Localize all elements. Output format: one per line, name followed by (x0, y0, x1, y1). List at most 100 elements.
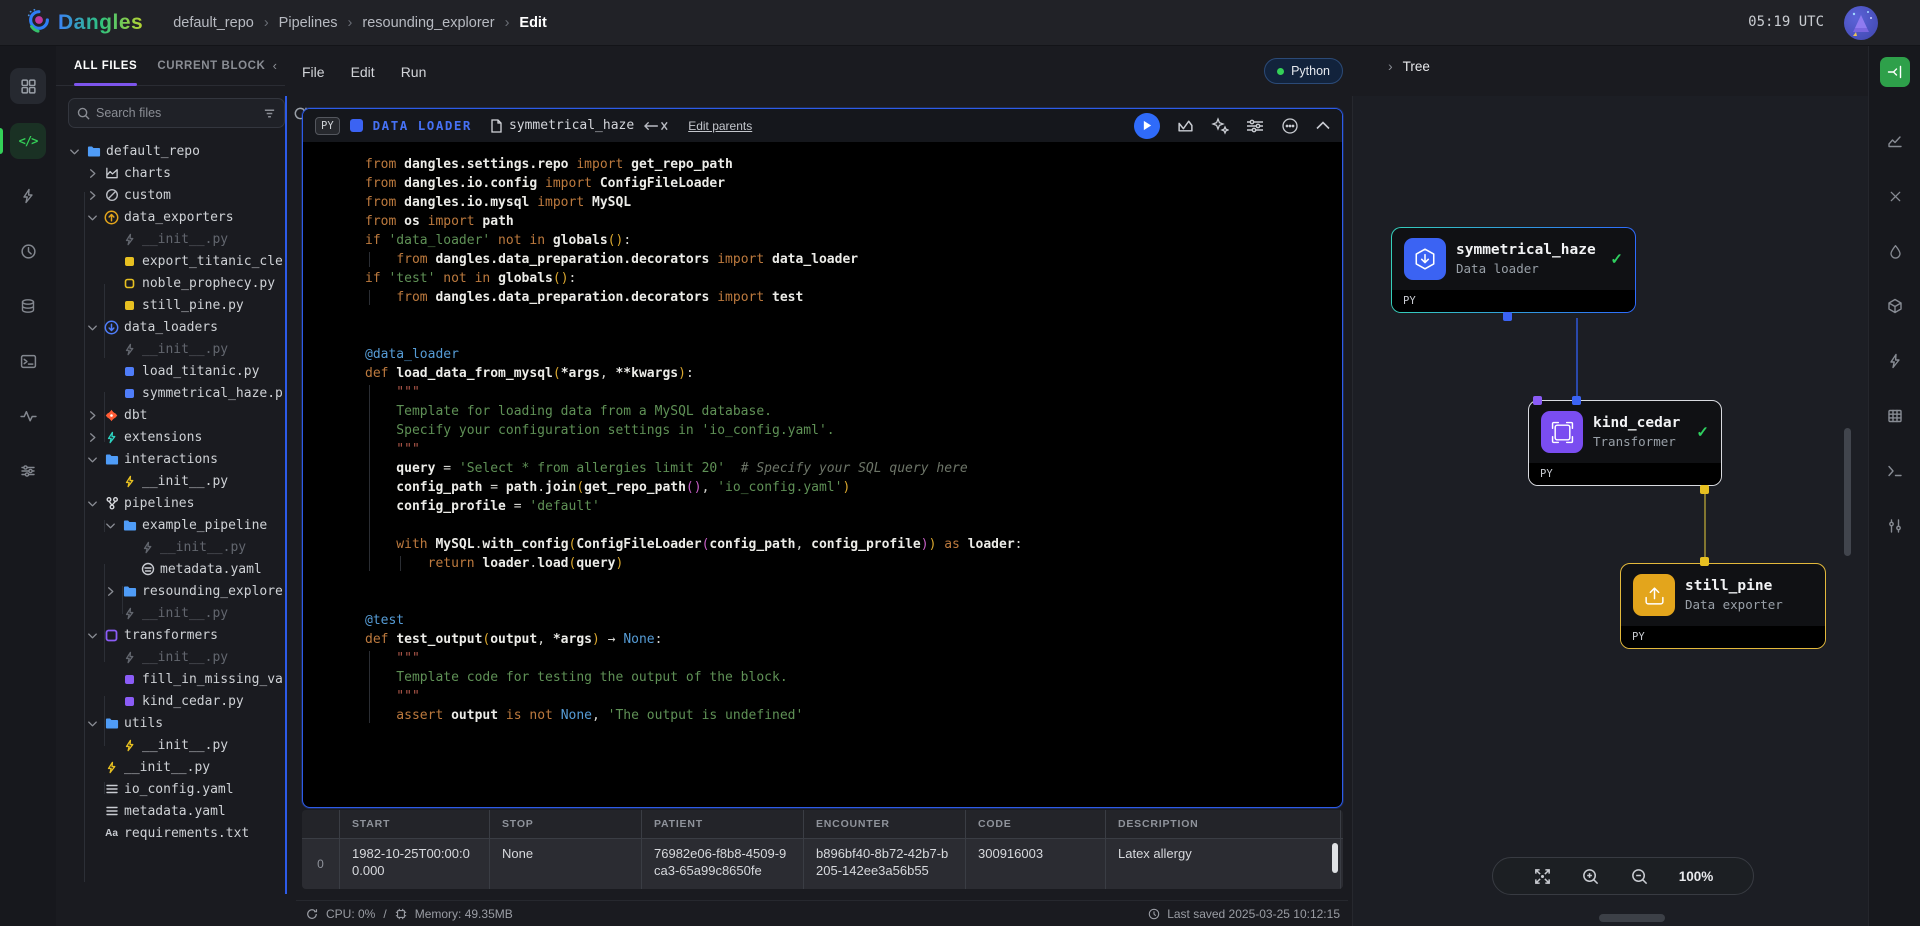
tree-horizontal-scrollbar[interactable] (1599, 914, 1665, 922)
dashboard-icon[interactable] (10, 68, 46, 104)
chevron-right-icon[interactable] (104, 585, 117, 598)
zoom-out-button[interactable] (1630, 867, 1649, 886)
lightning-icon[interactable] (10, 178, 46, 214)
file-tree-item-dbt[interactable]: dbt (56, 404, 285, 426)
app-logo[interactable]: Dangles (26, 7, 143, 38)
file-tree-item-fill-in-missing-va[interactable]: fill_in_missing_va (56, 668, 285, 690)
file-tree-item-data-loaders[interactable]: data_loaders (56, 316, 285, 338)
chevron-down-icon[interactable] (86, 629, 99, 642)
settings-sliders-button[interactable] (1246, 118, 1264, 134)
chevron-right-icon[interactable] (86, 167, 99, 180)
filter-icon[interactable] (263, 107, 276, 120)
terminal-icon[interactable] (10, 343, 46, 379)
detach-parents-icon[interactable] (644, 120, 668, 132)
output-port[interactable] (1503, 312, 1512, 321)
filter-v-icon[interactable] (1882, 513, 1908, 539)
file-tree-item-transformers[interactable]: transformers (56, 624, 285, 646)
close-icon[interactable] (1882, 183, 1908, 209)
sparkles-button[interactable] (1211, 117, 1229, 135)
chevron-down-icon[interactable] (68, 145, 81, 158)
more-options-button[interactable] (1281, 117, 1299, 135)
menu-file[interactable]: File (302, 64, 325, 80)
run-block-button[interactable] (1134, 113, 1160, 139)
chevron-right-icon[interactable] (86, 431, 99, 444)
menu-edit[interactable]: Edit (351, 64, 375, 80)
file-tree-item-metadata-yaml[interactable]: metadata.yaml (56, 800, 285, 822)
droplet-icon[interactable] (1882, 238, 1908, 264)
chevron-down-icon[interactable] (86, 211, 99, 224)
file-tree-item-extensions[interactable]: extensions (56, 426, 285, 448)
sliders-icon[interactable] (10, 453, 46, 489)
menu-run[interactable]: Run (401, 64, 427, 80)
file-tree-item-load-titanic-py[interactable]: load_titanic.py (56, 360, 285, 382)
file-tree-item-utils[interactable]: utils (56, 712, 285, 734)
breadcrumb-item[interactable]: default_repo (173, 15, 254, 31)
fit-view-button[interactable] (1533, 867, 1552, 886)
chevron-down-icon[interactable] (86, 497, 99, 510)
file-tree-item-symmetrical-haze-p[interactable]: symmetrical_haze.p (56, 382, 285, 404)
chevron-down-icon[interactable] (86, 453, 99, 466)
chevron-down-icon[interactable] (104, 519, 117, 532)
cube-icon[interactable] (1882, 293, 1908, 319)
collapse-panel-icon[interactable]: ‹ (273, 58, 277, 73)
file-tree-item-still-pine-py[interactable]: still_pine.py (56, 294, 285, 316)
file-tree-item-interactions[interactable]: interactions (56, 448, 285, 470)
file-tree-item-requirements-txt[interactable]: Aarequirements.txt (56, 822, 285, 844)
input-port[interactable] (1572, 396, 1581, 405)
file-tree-item-pipelines[interactable]: pipelines (56, 492, 285, 514)
panel-divider[interactable] (285, 96, 287, 894)
file-tree-item-export-titanic-cle[interactable]: export_titanic_cle (56, 250, 285, 272)
avatar[interactable] (1844, 6, 1878, 40)
input-port[interactable] (1700, 557, 1709, 566)
tab-all-files[interactable]: ALL FILES (74, 46, 137, 86)
kernel-badge[interactable]: Python (1264, 58, 1343, 84)
file-tree-item-example-pipeline[interactable]: example_pipeline (56, 514, 285, 536)
code-icon[interactable]: </> (10, 123, 46, 159)
chevron-right-icon[interactable] (86, 409, 99, 422)
file-tree-item-data-exporters[interactable]: data_exporters (56, 206, 285, 228)
block-type-label[interactable]: DATA LOADER (373, 118, 472, 133)
chevron-right-icon[interactable] (86, 189, 99, 202)
search-input[interactable] (96, 106, 257, 120)
file-tree-item--init-py[interactable]: __init__.py (56, 536, 285, 558)
file-tree-item-io-config-yaml[interactable]: io_config.yaml (56, 778, 285, 800)
chart-button[interactable] (1177, 117, 1194, 134)
dag-node-still_pine[interactable]: still_pine Data exporter PY (1620, 563, 1826, 649)
chevron-right-icon[interactable]: › (1388, 58, 1393, 74)
file-tree-item-metadata-yaml[interactable]: metadata.yaml (56, 558, 285, 580)
file-tree-item--init-py[interactable]: __init__.py (56, 338, 285, 360)
file-tree-item--init-py[interactable]: __init__.py (56, 602, 285, 624)
file-tree-item--init-py[interactable]: __init__.py (56, 228, 285, 250)
dag-node-symmetrical_haze[interactable]: symmetrical_haze Data loader ✓ PY (1391, 227, 1636, 313)
zoom-in-button[interactable] (1581, 867, 1600, 886)
file-tree-item-default-repo[interactable]: default_repo (56, 140, 285, 162)
file-tree-item-charts[interactable]: charts (56, 162, 285, 184)
file-tree-item-kind-cedar-py[interactable]: kind_cedar.py (56, 690, 285, 712)
breadcrumb-item[interactable]: Pipelines (279, 15, 338, 31)
pulse-icon[interactable] (10, 398, 46, 434)
chevron-down-icon[interactable] (86, 717, 99, 730)
panel-open-icon[interactable] (1880, 57, 1910, 87)
file-tree-item--init-py[interactable]: __init__.py (56, 646, 285, 668)
file-tree-item-noble-prophecy-py[interactable]: noble_prophecy.py (56, 272, 285, 294)
file-tree-item-custom[interactable]: custom (56, 184, 285, 206)
chart-line-icon[interactable] (1882, 128, 1908, 154)
chevron-down-icon[interactable] (86, 321, 99, 334)
stack-icon[interactable] (10, 288, 46, 324)
lightning-icon[interactable] (1882, 348, 1908, 374)
terminal2-icon[interactable] (1882, 458, 1908, 484)
code-editor[interactable]: from dangles.settings.repo import get_re… (303, 143, 1342, 693)
file-tree-item--init-py[interactable]: __init__.py (56, 756, 285, 778)
table-scrollbar[interactable] (1332, 843, 1338, 873)
file-tree-item-resounding-explore[interactable]: resounding_explore (56, 580, 285, 602)
tab-current-block[interactable]: CURRENT BLOCK (157, 46, 265, 86)
output-port[interactable] (1700, 485, 1709, 494)
breadcrumb-item[interactable]: resounding_explorer (362, 15, 494, 31)
clock-icon[interactable] (10, 233, 46, 269)
edit-parents-link[interactable]: Edit parents (688, 119, 752, 133)
file-tree-item--init-py[interactable]: __init__.py (56, 734, 285, 756)
dag-node-kind_cedar[interactable]: kind_cedar Transformer ✓ PY (1528, 400, 1722, 486)
tree-vertical-scrollbar[interactable] (1844, 428, 1851, 556)
file-tree-item--init-py[interactable]: __init__.py (56, 470, 285, 492)
table-grid-icon[interactable] (1882, 403, 1908, 429)
